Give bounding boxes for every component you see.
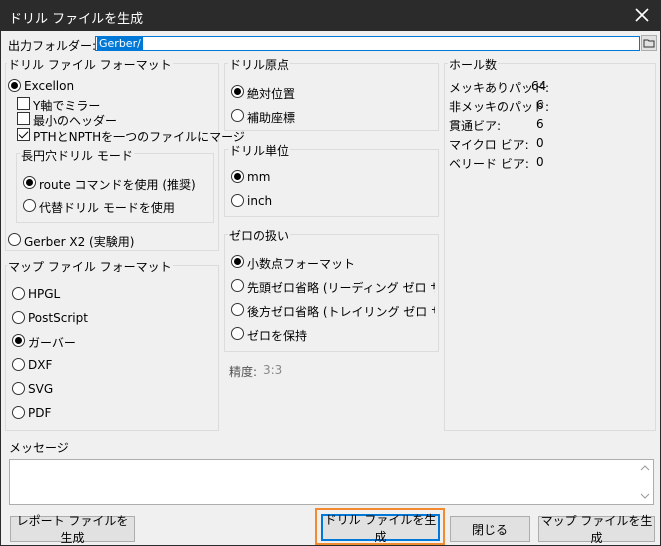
mirror-y-checkbox[interactable]	[17, 97, 30, 110]
buried-vias-value: 0	[536, 155, 544, 169]
origin-absolute-radio[interactable]	[231, 85, 244, 98]
micro-vias-value: 0	[536, 136, 544, 150]
browse-folder-button[interactable]	[641, 35, 657, 51]
zeros-leading-radio[interactable]	[231, 279, 244, 292]
zeros-decimal-label: 小数点フォーマット	[247, 257, 356, 271]
drill-file-dialog: ドリル ファイルを生成 出力フォルダー: Gerber/ ドリル ファイル フォ…	[0, 0, 661, 546]
close-button[interactable]: 閉じる	[450, 516, 530, 542]
zeros-leading-clip: 先頭ゼロ省略 (リーディング ゼロ サプレス	[247, 279, 435, 296]
generate-map-button[interactable]: マップ ファイルを生成	[538, 514, 655, 545]
alternate-mode-radio[interactable]	[23, 199, 36, 212]
map-pdf-label: PDF	[28, 406, 52, 420]
map-postscript-radio[interactable]	[12, 311, 25, 324]
map-format-title: マップ ファイル フォーマット	[7, 258, 173, 275]
folder-icon	[643, 39, 655, 48]
oval-mode-title: 長円穴ドリル モード	[20, 147, 134, 164]
zeros-trailing-label: 後方ゼロ省略 (トレイリング ゼロ サプレス	[247, 305, 435, 319]
through-vias-value: 6	[536, 117, 544, 131]
drill-origin-title: ドリル原点	[228, 56, 291, 73]
origin-aux-label: 補助座標	[247, 111, 296, 125]
output-folder-input[interactable]: Gerber/	[95, 36, 640, 51]
micro-vias-label: マイクロ ビア:	[449, 138, 529, 152]
drill-format-title: ドリル ファイル フォーマット	[7, 56, 173, 73]
merge-pth-npth-checkbox[interactable]	[17, 128, 30, 141]
zeros-keep-radio[interactable]	[231, 327, 244, 340]
units-mm-label: mm	[247, 170, 271, 184]
buried-vias-label: ベリード ビア:	[449, 157, 529, 171]
plated-pads-value: 64	[531, 79, 547, 93]
origin-aux-radio[interactable]	[231, 109, 244, 122]
window-title: ドリル ファイルを生成	[9, 12, 144, 27]
precision-value: 3:3	[263, 363, 283, 377]
excellon-radio[interactable]	[8, 79, 21, 92]
map-svg-label: SVG	[28, 382, 54, 396]
scroll-up-icon[interactable]	[637, 461, 653, 475]
output-folder-label: 出力フォルダー:	[8, 39, 97, 53]
gerber-x2-label: Gerber X2 (実験用)	[24, 235, 135, 249]
units-mm-radio[interactable]	[231, 170, 244, 183]
map-gerber-radio[interactable]	[12, 334, 25, 347]
map-postscript-label: PostScript	[28, 311, 88, 325]
map-pdf-radio[interactable]	[12, 406, 25, 419]
zeros-decimal-radio[interactable]	[231, 255, 244, 268]
map-hpgl-label: HPGL	[28, 287, 61, 301]
zeros-trailing-clip: 後方ゼロ省略 (トレイリング ゼロ サプレス	[247, 303, 435, 320]
zeros-keep-label: ゼロを保持	[247, 329, 308, 343]
map-svg-radio[interactable]	[12, 382, 25, 395]
alternate-mode-label: 代替ドリル モードを使用	[39, 201, 175, 215]
zeros-trailing-radio[interactable]	[231, 303, 244, 316]
precision-label: 精度:	[229, 365, 258, 379]
messages-scrollbar[interactable]	[637, 460, 653, 504]
messages-textarea[interactable]	[9, 459, 654, 505]
map-dxf-label: DXF	[28, 358, 53, 372]
map-hpgl-radio[interactable]	[12, 287, 25, 300]
route-command-radio[interactable]	[23, 176, 36, 189]
title-bar: ドリル ファイルを生成	[1, 1, 660, 31]
units-inch-label: inch	[247, 194, 273, 208]
drill-units-title: ドリル単位	[228, 142, 291, 159]
generate-drill-button[interactable]: ドリル ファイルを生成	[321, 513, 440, 544]
merge-pth-npth-label: PTHとNPTHを一つのファイルにマージ	[33, 130, 245, 144]
zeros-leading-label: 先頭ゼロ省略 (リーディング ゼロ サプレス	[247, 281, 435, 295]
non-plated-pads-label: 非メッキのパッド:	[449, 100, 550, 114]
scroll-down-icon[interactable]	[637, 489, 653, 503]
non-plated-pads-value: 6	[536, 98, 544, 112]
route-command-label: route コマンドを使用 (推奨)	[39, 178, 196, 192]
close-icon[interactable]	[632, 5, 652, 25]
minimal-header-checkbox[interactable]	[17, 112, 30, 125]
map-gerber-label: ガーバー	[28, 336, 76, 350]
minimal-header-label: 最小のヘッダー	[33, 114, 118, 128]
generate-report-button[interactable]: レポート ファイルを生成	[10, 514, 135, 545]
hole-counts-title: ホール数	[448, 56, 499, 73]
excellon-label: Excellon	[24, 79, 75, 93]
map-dxf-radio[interactable]	[12, 358, 25, 371]
gerber-x2-radio[interactable]	[8, 233, 21, 246]
origin-absolute-label: 絶対位置	[247, 87, 296, 101]
output-folder-value: Gerber/	[97, 37, 143, 50]
through-vias-label: 貫通ビア:	[449, 119, 502, 133]
zeros-title: ゼロの扱い	[228, 227, 291, 244]
units-inch-radio[interactable]	[231, 194, 244, 207]
messages-title: メッセージ	[9, 441, 69, 455]
